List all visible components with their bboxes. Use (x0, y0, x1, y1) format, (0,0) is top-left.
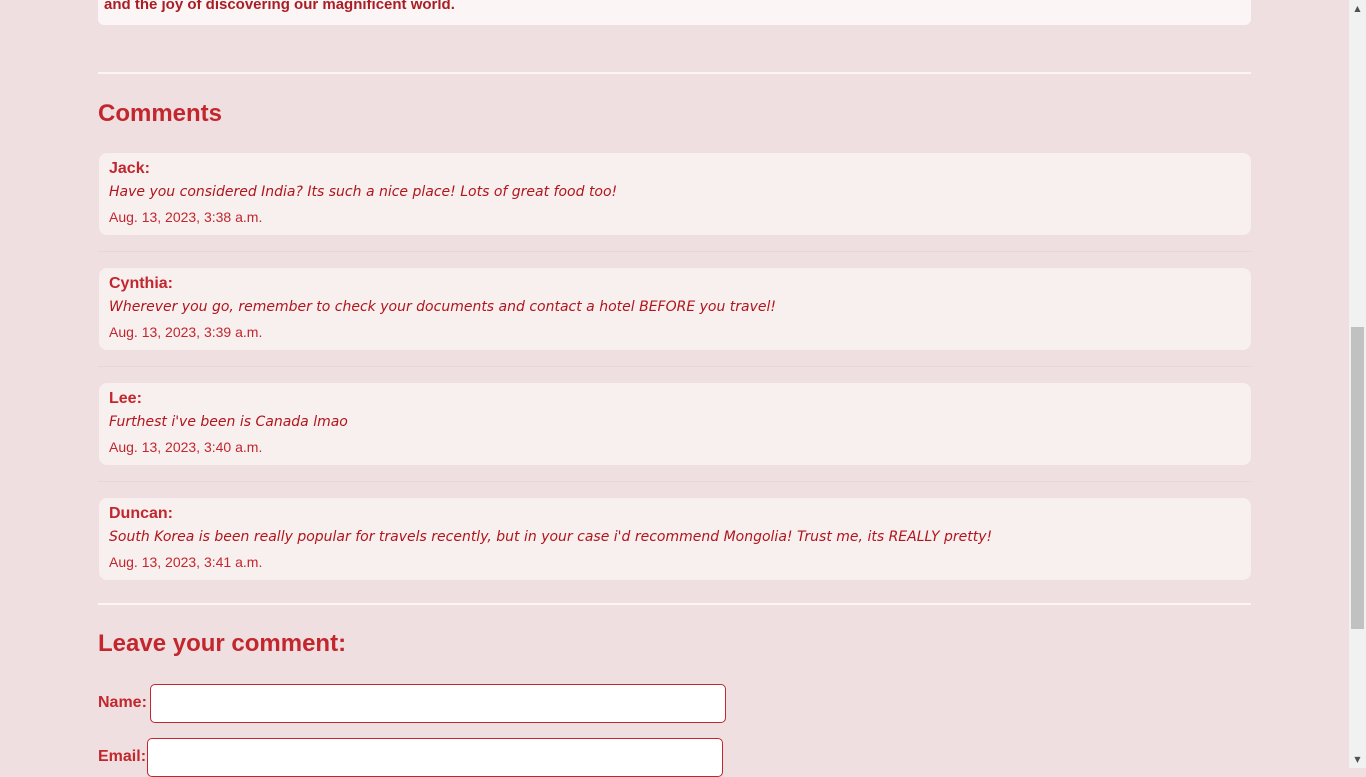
comment-separator (98, 366, 1251, 367)
page-scrollbar[interactable]: ▲ ▼ (1349, 0, 1366, 768)
comment-separator (98, 481, 1251, 482)
comment-separator (98, 251, 1251, 252)
comment-form-heading: Leave your comment: (98, 630, 347, 657)
comment-card: Cynthia: Wherever you go, remember to ch… (99, 268, 1251, 350)
comment-card: Duncan: South Korea is been really popul… (99, 498, 1251, 580)
email-label: Email: (98, 748, 147, 765)
scrollbar-thumb[interactable] (1351, 327, 1364, 629)
name-input[interactable] (150, 684, 726, 723)
post-content-card: and the joy of discovering our magnifice… (98, 0, 1251, 25)
comment-author: Duncan: (109, 505, 173, 522)
section-divider (98, 72, 1251, 74)
comment-date: Aug. 13, 2023, 3:38 a.m. (109, 209, 263, 225)
comment-date: Aug. 13, 2023, 3:40 a.m. (109, 439, 263, 455)
email-input[interactable] (147, 738, 723, 777)
post-closing-text: and the joy of discovering our magnifice… (104, 0, 455, 13)
scroll-down-arrow-icon[interactable]: ▼ (1349, 751, 1366, 768)
comment-text: Furthest i've been is Canada lmao (109, 414, 348, 430)
comment-card: Lee: Furthest i've been is Canada lmao A… (99, 383, 1251, 465)
comment-date: Aug. 13, 2023, 3:39 a.m. (109, 324, 263, 340)
comment-text: Have you considered India? Its such a ni… (109, 184, 618, 200)
comment-card: Jack: Have you considered India? Its suc… (99, 153, 1251, 235)
comment-text: South Korea is been really popular for t… (109, 529, 993, 545)
comment-text: Wherever you go, remember to check your … (109, 299, 777, 315)
comments-heading: Comments (98, 100, 223, 127)
blog-post-page: and the joy of discovering our magnifice… (0, 0, 1349, 777)
comment-author: Jack: (109, 160, 150, 177)
comment-author: Lee: (109, 390, 142, 407)
comment-author: Cynthia: (109, 275, 173, 292)
name-label: Name: (98, 694, 147, 711)
scroll-up-arrow-icon[interactable]: ▲ (1349, 0, 1366, 17)
comment-date: Aug. 13, 2023, 3:41 a.m. (109, 554, 263, 570)
section-divider (98, 603, 1251, 605)
